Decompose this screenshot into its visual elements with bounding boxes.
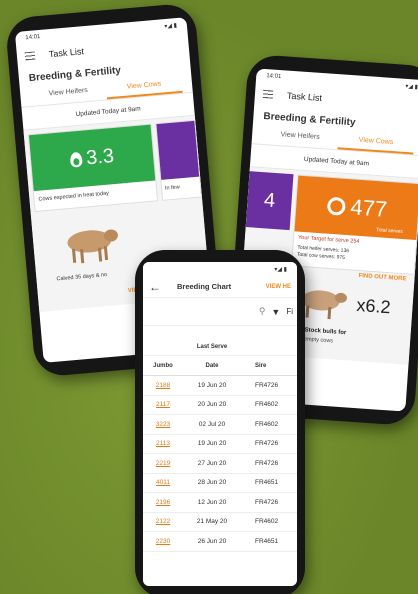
serve-date: 26 Jun 20 bbox=[197, 537, 227, 545]
table-row[interactable]: 3223 02 Jul 20 FR4602 bbox=[143, 415, 297, 435]
cow-caption: Calved 35 days & no bbox=[56, 272, 108, 283]
table-row[interactable]: 2230 26 Jun 20 FR4651 bbox=[143, 532, 297, 552]
sire-code: FR4602 bbox=[255, 401, 279, 409]
signal-icon: ▾◢ ▮ bbox=[405, 83, 418, 91]
serve-date: 27 Jun 20 bbox=[197, 459, 227, 467]
serves-caption: Total serves bbox=[375, 227, 403, 235]
table-group-header: Last Serve bbox=[143, 338, 297, 356]
syringe-icon bbox=[326, 196, 347, 216]
signal-icon: ▾◢ ▮ bbox=[274, 266, 287, 273]
serve-date: 20 Jun 20 bbox=[197, 401, 227, 409]
back-arrow-icon[interactable]: ← bbox=[149, 280, 161, 294]
table-header: Jumbo Date Sire bbox=[143, 356, 297, 376]
sire-code: FR4726 bbox=[255, 381, 279, 389]
serve-date: 12 Jun 20 bbox=[197, 498, 227, 506]
sire-code: FR4651 bbox=[255, 479, 279, 487]
status-time: 14:01 bbox=[266, 73, 282, 81]
animal-id-link[interactable]: 4011 bbox=[143, 479, 183, 486]
column-jumbo[interactable]: Jumbo bbox=[143, 363, 183, 369]
column-date[interactable]: Date bbox=[183, 363, 241, 369]
tile-row: 3.3 Cows expected in heat today In few bbox=[23, 115, 202, 213]
heat-value: 3.3 bbox=[85, 144, 115, 169]
stock-bulls-text: Stock bulls for bbox=[304, 327, 347, 337]
app-title: Task List bbox=[286, 90, 323, 104]
front-phone-screen: ▾◢ ▮ ← Breeding Chart VIEW HE ⚲ ▼ Fi Las… bbox=[143, 262, 297, 586]
serves-tile[interactable]: 477 Total serves Your Target for serve 2… bbox=[291, 174, 418, 275]
chart-appbar: ← Breeding Chart VIEW HE bbox=[143, 276, 297, 298]
sire-code: FR4726 bbox=[255, 498, 279, 506]
serves-value: 477 bbox=[349, 194, 389, 222]
sire-code: FR4651 bbox=[255, 537, 279, 545]
front-phone: ▾◢ ▮ ← Breeding Chart VIEW HE ⚲ ▼ Fi Las… bbox=[135, 250, 305, 594]
cow-image bbox=[67, 229, 118, 264]
serve-date: 28 Jun 20 bbox=[197, 479, 227, 487]
heat-tile[interactable]: 3.3 Cows expected in heat today bbox=[27, 123, 159, 213]
animal-id-link[interactable]: 2117 bbox=[143, 401, 183, 408]
sire-code: FR4602 bbox=[255, 518, 279, 526]
table-row[interactable]: 4011 28 Jun 20 FR4651 bbox=[143, 474, 297, 493]
table-row[interactable]: 2219 27 Jun 20 FR4726 bbox=[143, 454, 297, 474]
animal-id-link[interactable]: 2122 bbox=[143, 518, 183, 525]
app-title: Task List bbox=[48, 46, 85, 60]
status-time: 14:01 bbox=[25, 33, 41, 42]
animal-id-link[interactable]: 2113 bbox=[143, 440, 183, 447]
table-row[interactable]: 2122 21 May 20 FR4602 bbox=[143, 513, 297, 532]
empty-cows-text: empty cows bbox=[303, 336, 334, 345]
serve-date: 19 Jun 20 bbox=[197, 381, 227, 389]
sire-code: FR4726 bbox=[255, 459, 279, 467]
filter-bar: ⚲ ▼ Fi bbox=[143, 298, 297, 326]
side-tile[interactable]: In few bbox=[155, 119, 202, 201]
flame-icon bbox=[69, 151, 83, 168]
filter-icon[interactable]: ▼ bbox=[271, 307, 280, 317]
app-title: Breeding Chart bbox=[177, 282, 232, 291]
purple-tile[interactable]: 4 bbox=[245, 171, 294, 231]
side-tile-caption: In few bbox=[164, 184, 180, 192]
column-sire[interactable]: Sire bbox=[241, 363, 297, 369]
status-bar: ▾◢ ▮ bbox=[143, 262, 297, 276]
serve-date: 02 Jul 20 bbox=[198, 420, 226, 428]
table-row[interactable]: 2117 20 Jun 20 FR4602 bbox=[143, 396, 297, 415]
animal-id-link[interactable]: 2196 bbox=[143, 499, 183, 506]
last-serve-header: Last Serve bbox=[196, 343, 228, 350]
table-row[interactable]: 2188 19 Jun 20 FR4726 bbox=[143, 376, 297, 396]
signal-icon: ▾◢ ▮ bbox=[164, 22, 178, 30]
search-icon[interactable]: ⚲ bbox=[259, 306, 266, 317]
serve-date: 19 Jun 20 bbox=[197, 440, 227, 448]
table-row[interactable]: 2196 12 Jun 20 FR4726 bbox=[143, 493, 297, 513]
filter-label[interactable]: Fi bbox=[286, 307, 293, 316]
breeding-table: 2188 19 Jun 20 FR4726 2117 20 Jun 20 FR4602 32… bbox=[143, 376, 297, 552]
animal-id-link[interactable]: 3223 bbox=[143, 421, 183, 428]
multiplier: x6.2 bbox=[355, 294, 392, 318]
animal-id-link[interactable]: 2230 bbox=[143, 538, 183, 545]
view-heifers-link[interactable]: VIEW HE bbox=[266, 284, 291, 290]
menu-icon[interactable] bbox=[24, 51, 36, 61]
animal-id-link[interactable]: 2219 bbox=[143, 460, 183, 467]
table-row[interactable]: 2113 19 Jun 20 FR4726 bbox=[143, 435, 297, 454]
serve-date: 21 May 20 bbox=[196, 518, 228, 526]
purple-tile-value: 4 bbox=[263, 188, 276, 212]
animal-id-link[interactable]: 2188 bbox=[143, 382, 183, 389]
sire-code: FR4602 bbox=[255, 420, 279, 428]
menu-icon[interactable] bbox=[262, 89, 274, 99]
sire-code: FR4726 bbox=[255, 440, 279, 448]
